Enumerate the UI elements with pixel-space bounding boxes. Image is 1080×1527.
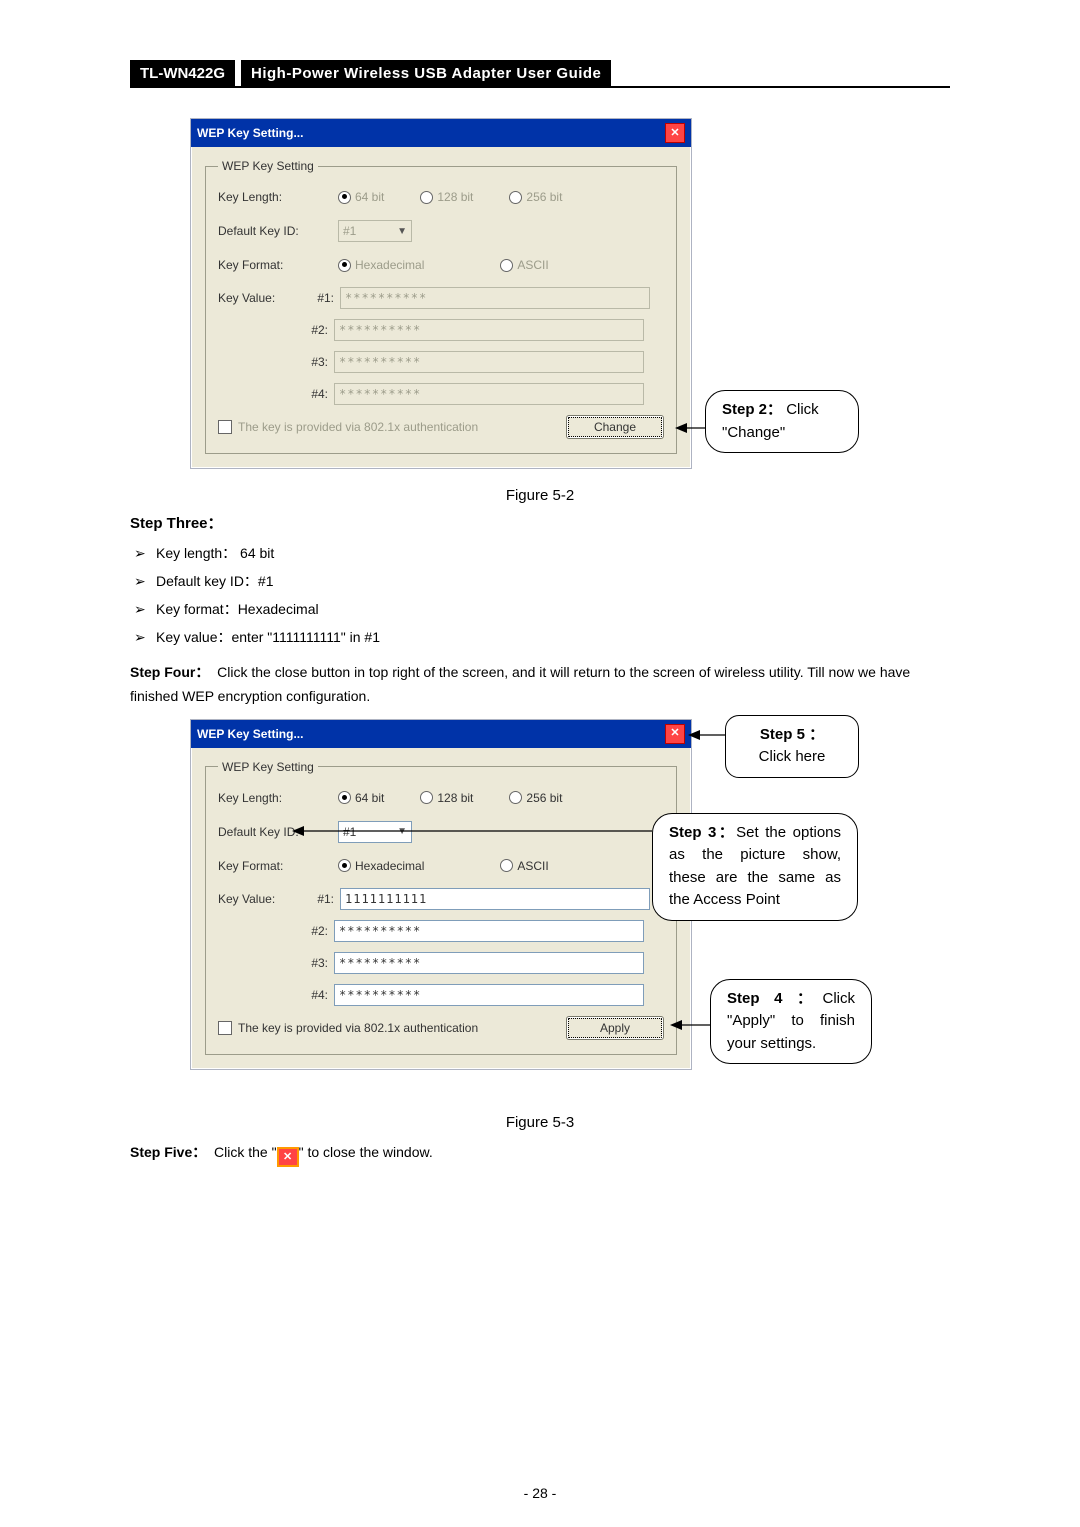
default-key-select[interactable]: #1 ▼ <box>338 821 412 843</box>
callout-step5: Step 5 ：Click here <box>725 715 859 778</box>
kv3-label: #3: <box>296 956 328 970</box>
list-item: Default key ID：#1 <box>156 567 950 595</box>
radio-128bit[interactable]: 128 bit <box>420 791 473 805</box>
chevron-down-icon: ▼ <box>397 826 407 837</box>
kv1-label: #1: <box>302 291 334 305</box>
close-icon: ✕ <box>277 1147 299 1167</box>
key-length-label: Key Length: <box>218 791 328 805</box>
radio-64bit[interactable]: 64 bit <box>338 190 384 204</box>
step-four-paragraph: Step Four： Click the close button in top… <box>130 661 950 709</box>
kv3-label: #3: <box>296 355 328 369</box>
key-value-label: Key Value: <box>218 892 296 906</box>
radio-256bit[interactable]: 256 bit <box>509 190 562 204</box>
model-badge: TL-WN422G <box>130 60 235 86</box>
dialog-title: WEP Key Setting... <box>197 126 303 140</box>
figure-5-3-block: WEP Key Setting... ✕ WEP Key Setting Key… <box>130 719 950 1070</box>
wep-dialog-1: WEP Key Setting... ✕ WEP Key Setting Key… <box>190 118 692 469</box>
key-value-label: Key Value: <box>218 291 296 305</box>
wep-dialog-2: WEP Key Setting... ✕ WEP Key Setting Key… <box>190 719 692 1070</box>
radio-64bit[interactable]: 64 bit <box>338 791 384 805</box>
dialog-title: WEP Key Setting... <box>197 727 303 741</box>
group-legend: WEP Key Setting <box>218 159 318 173</box>
step-three-list: Key length： 64 bit Default key ID：#1 Key… <box>130 539 950 651</box>
kv2-label: #2: <box>296 924 328 938</box>
key-format-label: Key Format: <box>218 258 328 272</box>
callout-step2: Step 2： Click "Change" <box>705 390 859 453</box>
page-number: - 28 - <box>0 1485 1080 1501</box>
close-icon[interactable]: ✕ <box>665 123 685 143</box>
figure-5-2-block: WEP Key Setting... ✕ WEP Key Setting Key… <box>130 118 950 469</box>
change-button[interactable]: Change <box>566 415 664 439</box>
radio-hex[interactable]: Hexadecimal <box>338 859 424 873</box>
list-item: Key value：enter "1111111111" in #1 <box>156 623 950 651</box>
auth-checkbox[interactable]: The key is provided via 802.1x authentic… <box>218 420 478 434</box>
default-key-label: Default Key ID: <box>218 224 328 238</box>
key-format-label: Key Format: <box>218 859 328 873</box>
default-key-select[interactable]: #1 ▼ <box>338 220 412 242</box>
group-legend: WEP Key Setting <box>218 760 318 774</box>
kv1-input[interactable]: ********** <box>340 287 650 309</box>
step-five-paragraph: Step Five： Click the "✕" to close the wi… <box>130 1141 950 1168</box>
radio-128bit[interactable]: 128 bit <box>420 190 473 204</box>
doc-title: High-Power Wireless USB Adapter User Gui… <box>241 60 611 86</box>
radio-ascii[interactable]: ASCII <box>500 258 548 272</box>
chevron-down-icon: ▼ <box>397 226 407 237</box>
kv4-label: #4: <box>296 988 328 1002</box>
callout-step4: Step 4 ：Click "Apply" to finish your set… <box>710 979 872 1065</box>
kv1-label: #1: <box>302 892 334 906</box>
kv3-input[interactable]: ********** <box>334 351 644 373</box>
list-item: Key length： 64 bit <box>156 539 950 567</box>
step-three-heading: Step Three： <box>130 512 950 533</box>
list-item: Key format：Hexadecimal <box>156 595 950 623</box>
apply-button[interactable]: Apply <box>566 1016 664 1040</box>
key-length-label: Key Length: <box>218 190 328 204</box>
kv1-input[interactable]: 1111111111 <box>340 888 650 910</box>
kv4-input[interactable]: ********** <box>334 383 644 405</box>
kv4-label: #4: <box>296 387 328 401</box>
kv3-input[interactable]: ********** <box>334 952 644 974</box>
doc-header: TL-WN422G High-Power Wireless USB Adapte… <box>130 60 950 88</box>
radio-ascii[interactable]: ASCII <box>500 859 548 873</box>
figure-label: Figure 5-3 <box>130 1114 950 1131</box>
radio-hex[interactable]: Hexadecimal <box>338 258 424 272</box>
kv2-input[interactable]: ********** <box>334 920 644 942</box>
default-key-label: Default Key ID: <box>218 825 328 839</box>
figure-label: Figure 5-2 <box>130 487 950 504</box>
callout-step3: Step 3：Set the options as the picture sh… <box>652 813 858 921</box>
radio-256bit[interactable]: 256 bit <box>509 791 562 805</box>
kv4-input[interactable]: ********** <box>334 984 644 1006</box>
close-icon[interactable]: ✕ <box>665 724 685 744</box>
kv2-label: #2: <box>296 323 328 337</box>
kv2-input[interactable]: ********** <box>334 319 644 341</box>
auth-checkbox[interactable]: The key is provided via 802.1x authentic… <box>218 1021 478 1035</box>
